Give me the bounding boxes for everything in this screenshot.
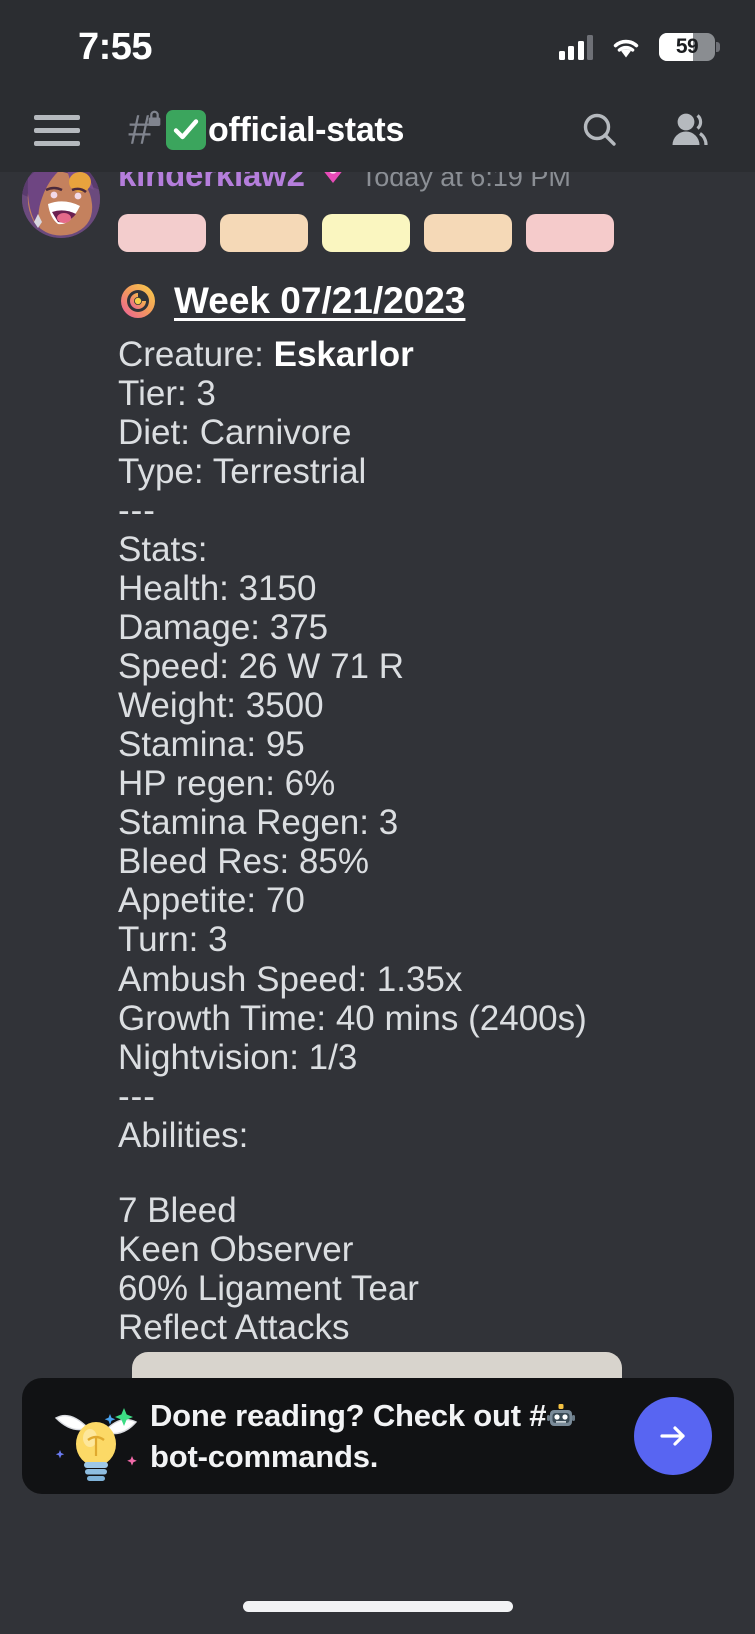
divider-2: --- (118, 1076, 156, 1116)
stats-label: Stats: (118, 530, 208, 570)
members-icon[interactable] (667, 107, 713, 153)
stat-turn: Turn: 3 (118, 920, 228, 960)
wifi-icon (610, 35, 642, 59)
stat-health: Health: 3150 (118, 569, 317, 609)
reaction-row (118, 214, 614, 252)
toast-text-part-2: bot-commands. (150, 1439, 379, 1474)
stat-hp-regen: HP regen: 6% (118, 764, 336, 804)
stat-weight: Weight: 3500 (118, 686, 324, 726)
abilities-label: Abilities: (118, 1115, 249, 1155)
stat-nightvision: Nightvision: 1/3 (118, 1037, 358, 1077)
stat-ambush-speed: Ambush Speed: 1.35x (118, 959, 463, 999)
ability-keen-observer: Keen Observer (118, 1229, 354, 1269)
white-check-mark-emoji (166, 110, 206, 150)
robot-face-emoji (546, 1400, 576, 1430)
divider-1: --- (118, 491, 156, 531)
stat-speed: Speed: 26 W 71 R (118, 647, 404, 687)
channel-name: official-stats (208, 110, 405, 149)
stat-stamina: Stamina: 95 (118, 725, 305, 765)
reaction-pill[interactable] (322, 214, 410, 252)
week-heading-text: Week 07/21/2023 (174, 280, 466, 321)
info-line-diet: Diet: Carnivore (118, 413, 352, 453)
reaction-pill[interactable] (526, 214, 614, 252)
cellular-signal-icon (558, 34, 593, 60)
battery-percent: 59 (675, 35, 699, 58)
discord-mobile-screen: 7:55 59 # official-stats kinderklaw2 Tod… (0, 0, 755, 1634)
toast-notification[interactable]: Done reading? Check out # bot-commands. (22, 1378, 734, 1494)
channel-header: # official-stats (0, 88, 755, 172)
info-line-type: Type: Terrestrial (118, 452, 367, 492)
swirl-emoji (118, 281, 158, 321)
lightbulb-with-wings-emoji (48, 1388, 144, 1484)
battery-indicator: 59 (659, 33, 720, 61)
channel-identity[interactable]: # official-stats (118, 108, 404, 152)
stat-appetite: Appetite: 70 (118, 881, 305, 921)
toast-action-button[interactable] (634, 1397, 712, 1475)
ability-bleed: 7 Bleed (118, 1190, 237, 1230)
stat-bleed-res: Bleed Res: 85% (118, 842, 369, 882)
toast-text-part-1: Done reading? Check out # (150, 1397, 547, 1433)
creature-line: Creature: Eskarlor (118, 335, 738, 374)
search-icon[interactable] (577, 107, 623, 153)
week-heading: Week 07/21/2023 (118, 280, 738, 321)
message-list[interactable]: kinderklaw2 Today at 6:19 PM Week 07/21/… (0, 150, 755, 1350)
status-bar: 7:55 59 (0, 0, 755, 88)
status-bar-indicators: 59 (558, 27, 720, 61)
reaction-pill[interactable] (424, 214, 512, 252)
stat-damage: Damage: 375 (118, 608, 329, 648)
battery-nub (716, 42, 720, 52)
header-actions (577, 107, 727, 153)
stat-growth-time: Growth Time: 40 mins (2400s) (118, 998, 587, 1038)
stat-stamina-regen: Stamina Regen: 3 (118, 803, 399, 843)
toast-message: Done reading? Check out # bot-commands. (150, 1395, 634, 1477)
ability-reflect-attacks: Reflect Attacks (118, 1307, 350, 1347)
message-body: Week 07/21/2023 Creature: Eskarlor Tier:… (118, 280, 738, 1347)
info-line-tier: Tier: 3 (118, 374, 216, 414)
home-indicator (242, 1601, 513, 1612)
creature-name: Eskarlor (273, 335, 414, 375)
reaction-pill[interactable] (118, 214, 206, 252)
ability-ligament-tear: 60% Ligament Tear (118, 1268, 419, 1308)
status-bar-time: 7:55 (78, 25, 153, 68)
hamburger-menu-icon[interactable] (34, 113, 80, 147)
hash-lock-icon: # (118, 108, 162, 152)
creature-label: Creature: (118, 335, 274, 375)
reaction-pill[interactable] (220, 214, 308, 252)
arrow-right-icon (660, 1426, 685, 1446)
